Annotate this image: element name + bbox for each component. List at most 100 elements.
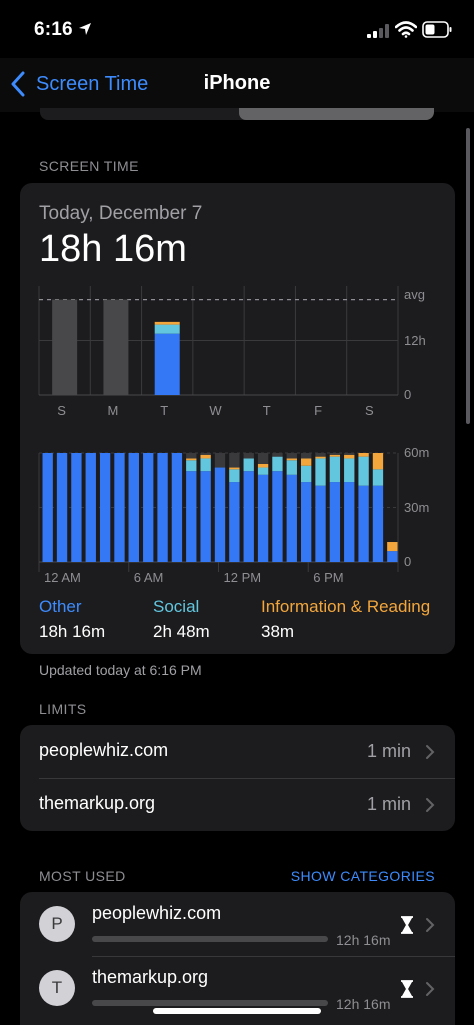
hour-bar-segment	[99, 453, 111, 562]
hour-bar-segment	[329, 454, 341, 457]
hour-bar-segment	[229, 453, 240, 468]
most-used-header: MOST USED	[39, 868, 126, 884]
hour-bar-segment	[344, 453, 355, 455]
category-name: Information & Reading	[261, 597, 431, 616]
limits-header: LIMITS	[39, 701, 87, 717]
hour-bar-segment	[286, 474, 297, 562]
hour-bar-segment	[200, 471, 211, 562]
hour-bar-segment	[372, 485, 384, 562]
category-value: 2h 48m	[153, 622, 210, 641]
hourglass-icon	[401, 916, 413, 934]
category-name: Other	[39, 597, 82, 616]
hour-y-label-60m: 60m	[404, 445, 429, 460]
limit-row[interactable]: peoplewhiz.com 1 min	[20, 725, 455, 778]
hour-bar-segment	[143, 453, 154, 562]
hour-bar-segment	[286, 460, 297, 475]
limit-name: peoplewhiz.com	[39, 740, 169, 760]
week-day-label: T	[160, 403, 168, 418]
week-day-label: T	[263, 403, 271, 418]
usage-time: 12h 16m	[336, 932, 391, 948]
hour-bar-segment	[186, 453, 197, 459]
hour-bar-segment	[315, 456, 326, 459]
screen-time-header: SCREEN TIME	[39, 158, 139, 174]
category-value: 18h 16m	[39, 622, 106, 641]
limit-value: 1 min	[366, 794, 411, 814]
segment-selected[interactable]	[239, 108, 434, 120]
home-indicator[interactable]	[153, 1008, 321, 1014]
chevron-right-icon	[426, 918, 435, 932]
hour-y-label-0: 0	[404, 554, 411, 569]
page-title: iPhone	[203, 72, 271, 94]
chevron-right-icon	[426, 798, 435, 812]
hour-bar-segment	[358, 453, 369, 457]
hour-bar-segment	[358, 485, 369, 562]
hour-bar-segment	[243, 458, 254, 472]
hour-x-label: 12 PM	[224, 570, 262, 585]
hour-bar-segment	[344, 458, 355, 483]
hour-bar-segment	[344, 482, 355, 562]
hour-bar-segment	[315, 485, 326, 562]
navigation-bar: Screen Time iPhone	[0, 58, 474, 112]
hour-bar-segment	[372, 469, 384, 486]
week-bar-segment	[154, 333, 180, 395]
usage-bar	[92, 936, 328, 942]
hour-bar-segment	[229, 469, 240, 483]
hour-bar-segment	[186, 460, 197, 472]
category-information-reading: Information & Reading 38m	[261, 597, 430, 642]
wifi-icon	[395, 21, 417, 38]
hour-bar-segment	[71, 453, 82, 562]
most-used-row[interactable]: P peoplewhiz.com 12h 16m	[20, 892, 455, 956]
week-day-label: F	[314, 403, 322, 418]
chevron-right-icon	[426, 745, 435, 759]
hour-bar-segment	[186, 458, 197, 461]
week-bar-segment	[154, 324, 180, 334]
usage-bar	[92, 1000, 328, 1006]
week-y-label-12h: 12h	[404, 333, 426, 348]
hour-x-label: 12 AM	[44, 570, 81, 585]
hour-bar-segment	[243, 471, 254, 562]
hour-y-label-30m: 30m	[404, 500, 429, 515]
show-categories-button[interactable]: SHOW CATEGORIES	[291, 868, 435, 884]
hour-bar-segment	[358, 456, 369, 486]
week-day-label: S	[365, 403, 374, 418]
hour-bar-segment	[214, 453, 226, 468]
hour-bar-segment	[329, 482, 341, 562]
hour-bar-segment	[300, 465, 312, 483]
hour-bar-segment	[186, 471, 197, 562]
limit-row[interactable]: themarkup.org 1 min	[20, 778, 455, 831]
week-y-label-0: 0	[404, 387, 411, 402]
hour-bar-segment	[286, 458, 297, 461]
category-social: Social 2h 48m	[153, 597, 210, 642]
hour-bar-segment	[229, 482, 240, 562]
category-name: Social	[153, 597, 200, 616]
limit-name: themarkup.org	[39, 793, 156, 813]
app-name: themarkup.org	[92, 967, 209, 987]
week-bar-segment	[154, 321, 180, 325]
week-day-label: S	[57, 403, 66, 418]
hour-bar-segment	[243, 453, 254, 459]
hour-bar-segment	[387, 551, 398, 562]
usage-charts: S M T W T F Savg 12h 0 12 AM 6 AM 12 PM 6 PM 60m 30m 0	[38, 286, 429, 585]
screen-time-card[interactable]: Today, December 7 18h 16m S M T W T F Savg 12h 0…	[20, 183, 455, 654]
category-value: 38m	[261, 622, 295, 641]
hour-x-label: 6 AM	[134, 570, 164, 585]
status-time: 6:16	[34, 19, 73, 40]
hour-bar-segment	[315, 458, 326, 486]
hour-bar-segment	[315, 453, 326, 457]
hour-bar-segment	[229, 467, 240, 470]
week-bar-past	[52, 299, 78, 395]
hour-bar-segment	[272, 471, 283, 562]
hour-bar-segment	[257, 453, 269, 464]
scroll-indicator[interactable]	[466, 128, 470, 424]
hourglass-icon	[401, 980, 413, 998]
app-name: peoplewhiz.com	[92, 903, 222, 923]
hour-bar-segment	[157, 453, 168, 562]
week-y-label-avg: avg	[404, 287, 425, 302]
hour-bar-segment	[200, 454, 211, 459]
hour-bar-segment	[286, 453, 297, 459]
hour-x-label: 6 PM	[313, 570, 343, 585]
segmented-control[interactable]	[40, 108, 434, 120]
hour-bar-segment	[85, 453, 96, 562]
hour-bar-segment	[329, 453, 341, 455]
hour-bar-segment	[200, 453, 211, 455]
